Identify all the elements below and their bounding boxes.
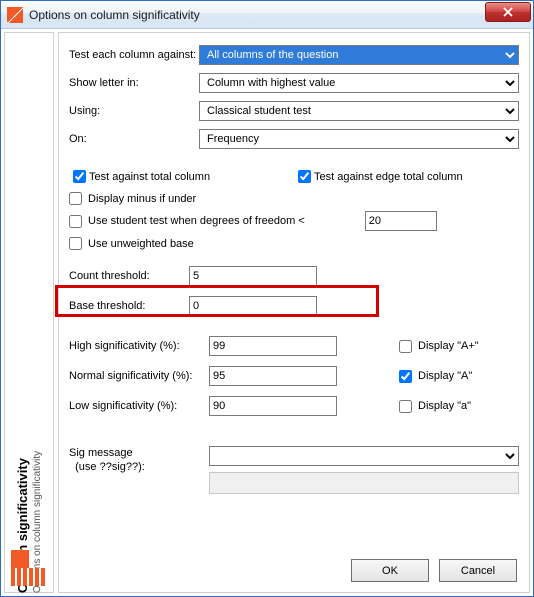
app-icon [7, 7, 23, 23]
display-a-plus-checkbox[interactable] [399, 340, 412, 353]
sig-message-label: Sig message (use ??sig??): [69, 446, 209, 494]
dialog-window: Options on column significativity Column… [0, 0, 534, 597]
count-threshold-label: Count threshold: [69, 270, 189, 282]
student-df-input[interactable] [365, 211, 437, 231]
display-a-lower-checkbox[interactable] [399, 400, 412, 413]
test-edge-total-checkbox[interactable] [298, 170, 311, 183]
titlebar: Options on column significativity [1, 1, 533, 29]
low-sig-input[interactable] [209, 396, 337, 416]
close-icon [503, 7, 513, 17]
on-label: On: [69, 133, 199, 145]
sidebar: Column significativity Options on column… [4, 32, 54, 593]
display-minus-checkbox[interactable] [69, 192, 82, 205]
show-letter-label: Show letter in: [69, 77, 199, 89]
display-a-plus-label: Display "A+" [418, 340, 479, 352]
count-threshold-input[interactable] [189, 266, 317, 286]
show-letter-select[interactable]: Column with highest value [199, 73, 519, 93]
test-total-label: Test against total column [89, 171, 210, 183]
high-sig-input[interactable] [209, 336, 337, 356]
high-sig-label: High significativity (%): [69, 340, 209, 352]
window-title: Options on column significativity [29, 8, 200, 22]
count-threshold-row: Count threshold: [69, 266, 519, 286]
test-edge-total-label: Test against edge total column [314, 171, 463, 183]
close-button[interactable] [485, 2, 531, 22]
normal-sig-input[interactable] [209, 366, 337, 386]
display-minus-label: Display minus if under [88, 193, 196, 205]
base-threshold-input[interactable] [189, 296, 317, 316]
cancel-button[interactable]: Cancel [439, 559, 517, 582]
unweighted-label: Use unweighted base [88, 238, 194, 250]
sig-message-select[interactable] [209, 446, 519, 466]
low-sig-label: Low significativity (%): [69, 400, 209, 412]
normal-sig-label: Normal significativity (%): [69, 370, 209, 382]
content-panel: Test each column against: All columns of… [58, 32, 530, 593]
display-a-upper-label: Display "A" [418, 370, 472, 382]
base-threshold-label: Base threshold: [69, 300, 189, 312]
test-total-checkbox[interactable] [73, 170, 86, 183]
student-df-label: Use student test when degrees of freedom… [88, 215, 305, 227]
ok-button[interactable]: OK [351, 559, 429, 582]
display-a-upper-checkbox[interactable] [399, 370, 412, 383]
test-against-label: Test each column against: [69, 49, 199, 61]
sig-message-text [209, 472, 519, 494]
using-label: Using: [69, 105, 199, 117]
display-a-lower-label: Display "a" [418, 400, 471, 412]
unweighted-checkbox[interactable] [69, 237, 82, 250]
student-df-checkbox[interactable] [69, 215, 82, 228]
on-select[interactable]: Frequency [199, 129, 519, 149]
using-select[interactable]: Classical student test [199, 101, 519, 121]
test-against-select[interactable]: All columns of the question [199, 45, 519, 65]
brand-logo-icon [11, 550, 47, 586]
